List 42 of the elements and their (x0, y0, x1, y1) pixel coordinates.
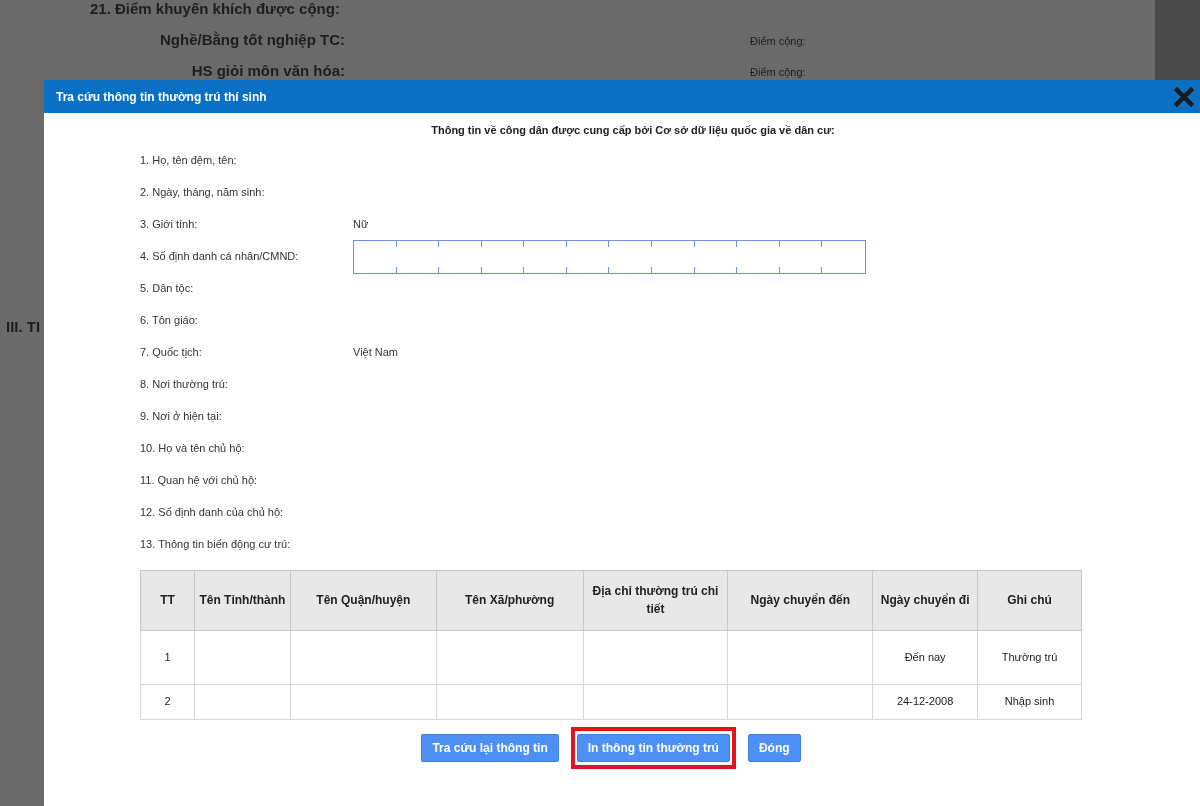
form-label: HS giỏi môn văn hóa: (191, 61, 345, 81)
column-header: Ngày chuyển đến (727, 570, 873, 630)
form-label: Điểm cộng: (750, 65, 806, 80)
field-label: 9. Nơi ở hiện tại: (140, 409, 223, 425)
field-label: 10. Họ và tên chủ hộ: (140, 441, 246, 457)
table-cell: Nhập sinh (1004, 695, 1055, 708)
field-label: 5. Dân tộc: (140, 281, 195, 297)
section-heading: 21. Điểm khuyến khích được cộng: (90, 0, 340, 19)
form-label: Điểm cộng: (750, 34, 806, 49)
table-cell: 1 (164, 650, 171, 663)
column-header: TT (140, 570, 195, 630)
action-button[interactable]: Tra cứu lại thông tin (421, 733, 559, 762)
field-label: 7. Quốc tịch: (140, 345, 203, 361)
section-heading: Thông tin về công dân được cung cấp bởi Cơ sở dữ liệu quốc gia về dân cư: (431, 123, 835, 139)
field-label: 6. Tôn giáo: (140, 313, 199, 329)
id-number-field[interactable] (353, 239, 866, 274)
dialog-title: Tra cứu thông tin thường trú thí sinh (56, 88, 267, 106)
form-label: Nghề/Bằng tốt nghiệp TC: (160, 30, 345, 50)
field-value: Nữ (353, 217, 369, 233)
table-cell: 24-12-2008 (897, 695, 954, 708)
action-button[interactable]: Đóng (747, 733, 801, 762)
close-icon[interactable] (1174, 86, 1194, 107)
column-header: Tên Quận/huyện (290, 570, 437, 630)
field-value: Việt Nam (353, 345, 399, 361)
column-header: Tên Xã/phường (436, 570, 584, 630)
field-label: 3. Giới tính: (140, 217, 199, 233)
table-cell: 2 (164, 695, 171, 708)
field-label: 12. Số định danh của chủ hộ: (140, 505, 285, 521)
action-button[interactable]: In thông tin thường trú (576, 733, 730, 762)
column-header: Ghi chú (977, 570, 1082, 630)
field-label: 2. Ngày, tháng, năm sinh: (140, 185, 266, 201)
table-cell: Đến nay (904, 650, 946, 663)
field-label: 1. Họ, tên đệm, tên: (140, 153, 238, 169)
field-label: 8. Nơi thường trú: (140, 377, 229, 393)
field-label: 4. Số định danh cá nhân/CMND: (140, 249, 300, 265)
column-header: Ngày chuyển đi (872, 570, 978, 630)
field-label: 13. Thông tin biến động cư trú: (140, 537, 292, 553)
column-header: Địa chỉ thường trú chi tiết (583, 570, 728, 630)
table-cell: Thường trú (1001, 650, 1058, 663)
column-header: Tên Tỉnh/thành (194, 570, 291, 630)
field-label: 11. Quan hệ với chủ hộ: (140, 473, 259, 489)
section-heading: III. TI (6, 317, 41, 337)
